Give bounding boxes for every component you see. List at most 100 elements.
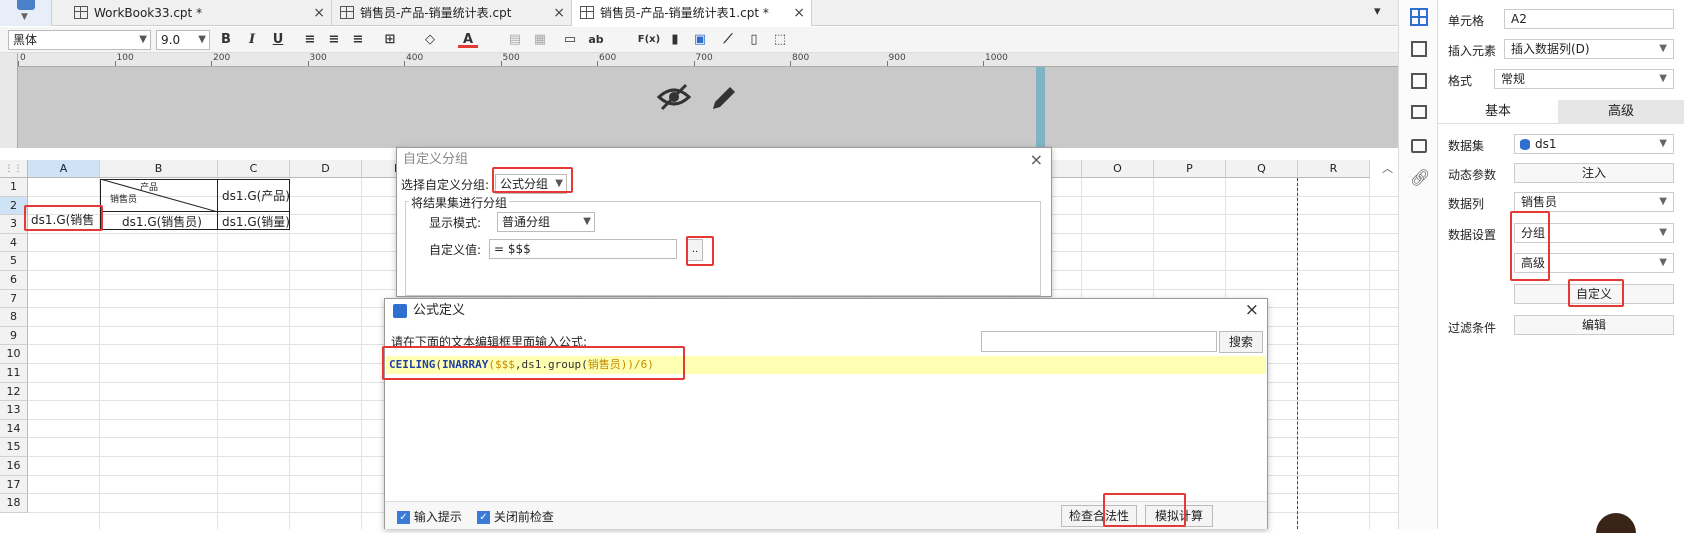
ruler-mark: 800 — [792, 53, 810, 63]
tab-sales-report-1[interactable]: 销售员-产品-销量统计表1.cpt * × — [572, 0, 812, 26]
font-color-icon[interactable]: A — [458, 30, 478, 48]
fill-color-icon[interactable]: ◇ — [420, 30, 440, 50]
align-right-icon[interactable]: ≡ — [348, 30, 368, 50]
insert-element-select[interactable]: 插入数据列(D) ▼ — [1504, 39, 1674, 59]
dataset-select[interactable]: ds1 ▼ — [1514, 134, 1674, 154]
row-header-5[interactable]: 5 — [0, 252, 28, 271]
tab-advanced[interactable]: 高级 — [1558, 100, 1684, 124]
row-header-18[interactable]: 18 — [0, 494, 28, 513]
chevron-down-icon: ▼ — [1659, 257, 1667, 268]
border-icon[interactable]: ⊞ — [380, 30, 400, 50]
row-header-13[interactable]: 13 — [0, 401, 28, 420]
close-icon[interactable]: × — [1245, 300, 1259, 320]
align-left-icon[interactable]: ≡ — [300, 30, 320, 50]
column-header-b[interactable]: B — [100, 160, 218, 178]
merge-cells-icon[interactable]: ▤ — [505, 30, 525, 50]
row-header-8[interactable]: 8 — [0, 308, 28, 327]
insert-formula-button[interactable]: F(x) — [636, 30, 662, 50]
cell-b2[interactable]: ds1.G(销售员) — [122, 213, 202, 231]
tab-menu-icon[interactable]: ▾ — [1374, 4, 1381, 19]
row-header-14[interactable]: 14 — [0, 419, 28, 439]
cell-c1[interactable]: ds1.G(产品) — [222, 187, 290, 205]
grid-corner[interactable]: ⋮⋮ — [0, 160, 28, 178]
row-header-4[interactable]: 4 — [0, 233, 28, 253]
insert-chart-icon[interactable]: ▮ — [665, 30, 685, 50]
column-header-p[interactable]: P — [1154, 160, 1226, 178]
cell-name-input[interactable]: A2 — [1504, 9, 1674, 29]
row-header-6[interactable]: 6 — [0, 271, 28, 290]
chevron-down-icon: ▼ — [139, 34, 147, 45]
split-cells-icon[interactable]: ▦ — [530, 30, 550, 50]
align-center-icon[interactable]: ≡ — [324, 30, 344, 50]
font-family-select[interactable]: 黑体 ▼ — [8, 30, 151, 50]
widget-icon[interactable] — [1411, 139, 1427, 153]
dataset-value: ds1 — [1535, 137, 1557, 151]
check-before-close-checkbox[interactable]: ✓ 关闭前检查 — [477, 508, 554, 525]
ruler-tick — [114, 61, 116, 66]
ruler-mark: 500 — [502, 53, 520, 63]
tab-basic[interactable]: 基本 — [1438, 100, 1558, 124]
insert-subreport-icon[interactable]: ▯ — [744, 30, 764, 50]
row-header-16[interactable]: 16 — [0, 457, 28, 476]
close-icon[interactable]: × — [793, 0, 805, 26]
italic-button[interactable]: I — [242, 30, 262, 50]
insert-text-icon[interactable]: ▭ — [560, 30, 580, 50]
insert-element-value: 插入数据列(D) — [1511, 42, 1590, 56]
condition-icon[interactable] — [1411, 105, 1427, 119]
chevron-down-icon: ▼ — [1659, 73, 1667, 84]
cell-style-icon[interactable] — [1411, 73, 1427, 89]
close-icon[interactable]: × — [553, 0, 565, 26]
tab-sales-report[interactable]: 销售员-产品-销量统计表.cpt × — [332, 0, 572, 26]
highlight-check-validity — [1103, 493, 1186, 527]
data-column-select[interactable]: 销售员 ▼ — [1514, 192, 1674, 212]
row-header-17[interactable]: 17 — [0, 475, 28, 495]
close-icon[interactable]: × — [1030, 150, 1043, 169]
format-select[interactable]: 常规 ▼ — [1494, 69, 1674, 89]
underline-button[interactable]: U — [268, 30, 288, 50]
row-header-12[interactable]: 12 — [0, 382, 28, 402]
row-header-9[interactable]: 9 — [0, 326, 28, 346]
font-size-select[interactable]: 9.0 ▼ — [156, 30, 210, 50]
table-icon — [580, 6, 594, 19]
row-header-15[interactable]: 15 — [0, 438, 28, 457]
format-toolbar: 黑体 ▼ 9.0 ▼ B I U ≡ ≡ ≡ ⊞ ◇ A ▤ ▦ ▭ ab F(x)… — [0, 27, 1398, 53]
search-button[interactable]: 搜索 — [1219, 331, 1263, 353]
column-header-q[interactable]: Q — [1226, 160, 1298, 178]
row-header-11[interactable]: 11 — [0, 364, 28, 383]
cell-element-icon[interactable] — [1411, 41, 1427, 57]
inject-button[interactable]: 注入 — [1514, 163, 1674, 183]
search-input[interactable] — [981, 331, 1217, 352]
cell-attr-icon[interactable] — [1410, 8, 1428, 26]
custom-value-input[interactable]: = $$$ — [489, 239, 677, 259]
bold-button[interactable]: B — [216, 30, 236, 50]
cell-b1-top-text: 产品 — [140, 183, 159, 193]
hide-eye-icon[interactable] — [656, 82, 692, 112]
row-header-7[interactable]: 7 — [0, 289, 28, 309]
column-header-o[interactable]: O — [1082, 160, 1154, 178]
ruler-mark: 700 — [695, 53, 713, 63]
input-hint-checkbox[interactable]: ✓ 输入提示 — [397, 508, 462, 525]
app-logo[interactable]: ▼ — [0, 0, 52, 26]
row-header-10[interactable]: 10 — [0, 345, 28, 364]
more-border-icon[interactable]: ⬚ — [770, 30, 790, 50]
display-mode-select[interactable]: 普通分组 ▼ — [497, 212, 595, 232]
scroll-up-icon[interactable]: ︿ — [1382, 160, 1393, 176]
insert-slash-icon[interactable]: ⟋ — [718, 30, 738, 50]
column-header-c[interactable]: C — [218, 160, 290, 178]
tab-workbook33[interactable]: WorkBook33.cpt * × — [66, 0, 332, 26]
insert-image-icon[interactable]: ▣ — [690, 30, 710, 50]
row-header-1[interactable]: 1 — [0, 178, 28, 197]
edit-pencil-icon[interactable] — [708, 82, 740, 114]
cell-c2[interactable]: ds1.G(销量) — [222, 213, 290, 231]
insert-string-button[interactable]: ab — [586, 30, 606, 50]
ruler-tick — [211, 61, 212, 66]
column-header-a[interactable]: A — [28, 160, 100, 178]
close-icon[interactable]: × — [313, 0, 325, 26]
column-header-r[interactable]: R — [1298, 160, 1370, 178]
logo-icon — [17, 0, 35, 10]
table-icon — [340, 6, 354, 19]
hyperlink-icon[interactable]: 🔗︎ — [1410, 168, 1430, 187]
column-header-d[interactable]: D — [290, 160, 362, 178]
highlight-ellipsis — [686, 236, 714, 266]
edit-button[interactable]: 编辑 — [1514, 315, 1674, 335]
